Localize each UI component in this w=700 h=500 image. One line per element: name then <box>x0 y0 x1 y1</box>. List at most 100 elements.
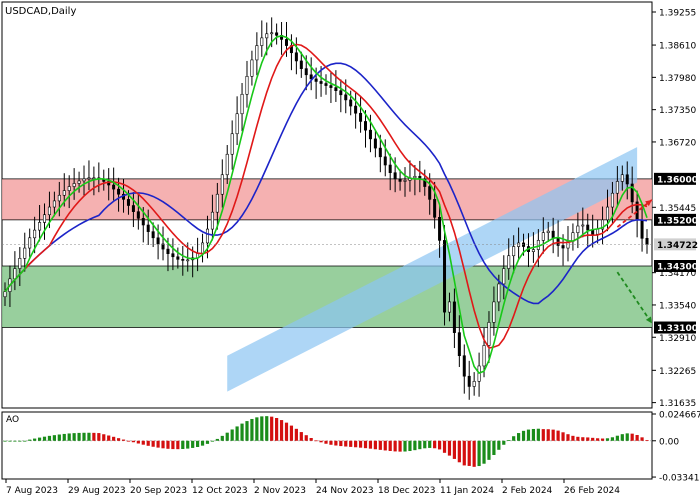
oscillator-bar <box>309 437 313 441</box>
candle-body <box>314 78 318 82</box>
oscillator-bar <box>62 433 66 441</box>
candle-body <box>576 225 580 233</box>
oscillator-bar <box>388 440 392 451</box>
price-tick-label: 1.38610 <box>659 42 696 52</box>
oscillator-bar <box>265 416 269 441</box>
candle-body <box>457 332 461 357</box>
oscillator-bar <box>146 440 150 446</box>
oscillator-bar <box>289 425 294 441</box>
oscillator-bar <box>186 440 190 449</box>
oscillator-bar <box>116 438 121 441</box>
usdcad-daily-chart: 1.39255 1.38610 1.37980 1.37350 1.36720 1.354… <box>1 1 700 496</box>
price-highlight-label: 1.35200 <box>657 216 698 226</box>
price-highlight-label: 1.34722 <box>657 241 698 251</box>
candle-body <box>275 32 279 36</box>
oscillator-bar <box>250 418 254 441</box>
candle-body <box>373 138 377 149</box>
oscillator-bar <box>610 437 615 441</box>
candle-body <box>413 175 417 179</box>
candle-body <box>487 322 491 346</box>
candle-body <box>13 268 17 280</box>
oscillator-bar <box>408 440 412 452</box>
oscillator-bar <box>605 438 610 441</box>
oscillator-tick-label: 0.024667 <box>659 410 700 420</box>
candle-body <box>428 186 432 200</box>
oscillator-bar <box>294 428 298 441</box>
oscillator-bar <box>314 440 318 442</box>
oscillator-bar <box>561 432 565 441</box>
oscillator-bar <box>502 440 506 445</box>
oscillator-bar <box>339 440 343 447</box>
oscillator-bar <box>442 440 447 453</box>
oscillator-bar <box>77 432 81 441</box>
time-tick-label: 11 Jan 2024 <box>440 486 494 496</box>
price-tick-label: 1.36720 <box>659 138 696 148</box>
price-highlight-label: 1.33100 <box>657 324 698 334</box>
oscillator-bar <box>210 440 215 442</box>
candle-body <box>625 174 629 185</box>
oscillator-bar <box>284 422 289 441</box>
oscillator-bar <box>245 421 249 441</box>
time-axis: 7 Aug 2023 29 Aug 2023 20 Sep 2023 12 Oct 2… <box>5 479 620 496</box>
candle-body <box>640 219 644 239</box>
candle-body <box>492 301 496 323</box>
candle-body <box>240 93 244 115</box>
time-tick-label: 20 Sep 2023 <box>130 486 187 496</box>
oscillator-bar <box>640 437 644 441</box>
candle-body <box>171 253 175 258</box>
candle-body <box>447 301 451 313</box>
candle-body <box>546 230 550 233</box>
oscillator-bar <box>42 436 47 441</box>
oscillator-bar <box>319 440 323 443</box>
candle-body <box>131 205 135 212</box>
oscillator-bar <box>600 438 605 441</box>
candle-body <box>344 94 348 101</box>
price-tick-label: 1.33540 <box>659 301 696 311</box>
candle-body <box>270 32 274 35</box>
time-tick-label: 2 Nov 2023 <box>254 486 306 496</box>
oscillator-bar <box>92 432 96 441</box>
candle-body <box>156 237 160 245</box>
oscillator-bar <box>536 428 540 441</box>
candle-body <box>398 178 402 182</box>
candle-body <box>561 245 565 249</box>
candle-body <box>235 113 239 135</box>
price-tick-label: 1.37350 <box>659 106 696 116</box>
oscillator-bar <box>551 429 555 441</box>
candle-body <box>82 178 86 182</box>
candle-body <box>339 90 343 96</box>
oscillator-bar <box>255 417 259 441</box>
candle-body <box>531 249 535 252</box>
oscillator-bar <box>215 438 219 441</box>
candle-body <box>605 206 609 221</box>
candle-body <box>383 156 387 166</box>
oscillator-bar <box>556 430 560 441</box>
candle-body <box>141 218 145 226</box>
oscillator-bar <box>645 440 649 441</box>
oscillator-bar <box>428 440 432 448</box>
oscillator-bar <box>131 440 135 443</box>
candle-body <box>433 199 437 218</box>
candle-body <box>551 230 555 239</box>
oscillator-bar <box>358 440 363 448</box>
candle-body <box>388 164 392 174</box>
candle-body <box>359 112 363 122</box>
oscillator-bar <box>200 440 205 446</box>
candle-body <box>517 242 521 247</box>
oscillator-bar <box>299 432 303 441</box>
candle-body <box>536 240 540 250</box>
candle-body <box>522 242 526 247</box>
candle-body <box>255 45 259 61</box>
oscillator-bar <box>166 440 170 449</box>
oscillator-bar <box>620 434 624 441</box>
candle-body <box>181 259 185 261</box>
oscillator-bar <box>87 432 91 441</box>
price-tick-label: 1.37980 <box>659 74 696 84</box>
oscillator-bar <box>467 440 471 466</box>
oscillator-bar <box>28 439 32 441</box>
candle-body <box>586 224 590 231</box>
oscillator-bar <box>8 440 12 442</box>
oscillator-bar <box>452 440 456 459</box>
oscillator-bar <box>72 433 76 441</box>
oscillator-bar <box>615 435 619 441</box>
